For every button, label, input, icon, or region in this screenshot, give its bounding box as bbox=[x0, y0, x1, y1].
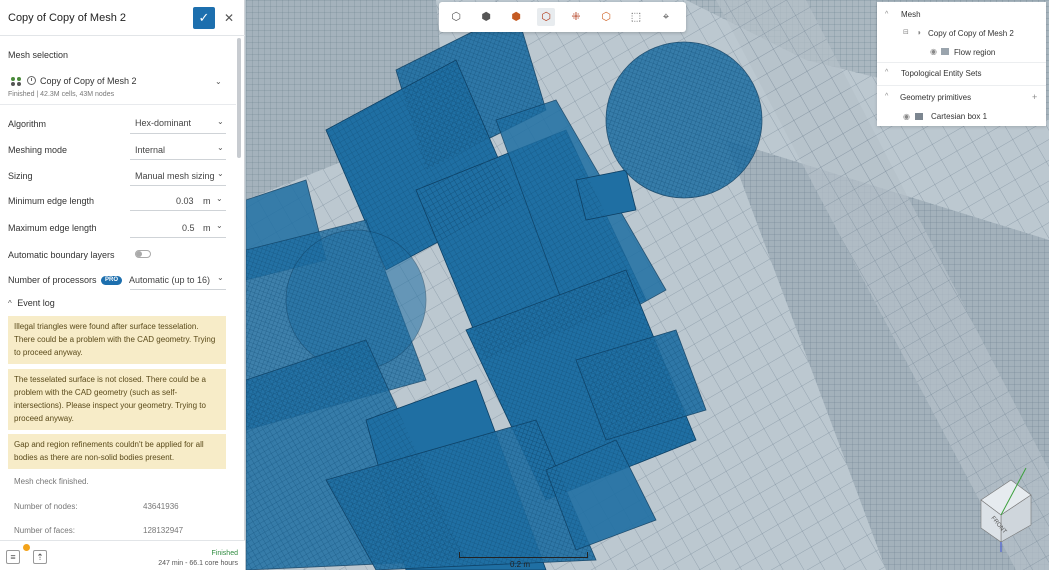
chevron-up-icon: ^ bbox=[8, 299, 12, 308]
event-log-toggle[interactable]: ^ Event log bbox=[8, 298, 55, 308]
panel-footer: ≡ ⇡ Finished 247 min - 66.1 core hours bbox=[0, 540, 245, 570]
eye-icon[interactable]: ◉ bbox=[903, 112, 910, 121]
tree-divider bbox=[877, 62, 1046, 63]
chevron-down-icon: ⌄ bbox=[215, 77, 222, 86]
job-time: 247 min - 66.1 core hours bbox=[158, 560, 238, 567]
nodes-stat-label: Number of nodes: bbox=[14, 502, 78, 511]
panel-scrollbar[interactable] bbox=[236, 36, 242, 540]
scrollbar-thumb[interactable] bbox=[237, 38, 241, 158]
faces-stat-label: Number of faces: bbox=[14, 526, 75, 535]
field-underline bbox=[130, 237, 226, 238]
divider bbox=[0, 104, 236, 105]
faces-stat-value: 128132947 bbox=[143, 526, 184, 535]
chevron-right-icon: ^ bbox=[885, 69, 889, 76]
close-icon: ✕ bbox=[223, 11, 235, 25]
section-icon[interactable]: ⌖ bbox=[657, 8, 675, 26]
add-primitive-icon[interactable]: + bbox=[1032, 92, 1037, 102]
chevron-down-icon: ⌄ bbox=[216, 221, 223, 230]
log-warning-1: Illegal triangles were found after surfa… bbox=[8, 316, 226, 364]
tree-box-label: Cartesian box 1 bbox=[931, 112, 988, 121]
processors-label: Number of processors bbox=[8, 275, 97, 285]
scene-tree: ^ Mesh ⊟ ◗ Copy of Copy of Mesh 2 ◉ Flow… bbox=[877, 2, 1046, 126]
cube-outline-icon[interactable]: ⬡ bbox=[447, 8, 465, 26]
tree-mesh-label: Mesh bbox=[901, 10, 921, 19]
check-icon: ✓ bbox=[198, 10, 210, 25]
chevron-down-icon: ⌄ bbox=[217, 143, 224, 152]
chevron-down-icon: ⌄ bbox=[217, 117, 224, 126]
algorithm-value: Hex-dominant bbox=[135, 118, 192, 128]
arrow-up-icon: ⇡ bbox=[36, 552, 44, 562]
mesh-settings-panel: Copy of Copy of Mesh 2 ✓ ✕ Mesh selectio… bbox=[0, 0, 245, 570]
min-edge-label: Minimum edge length bbox=[8, 196, 95, 206]
mesh-selection-status: Finished | 42.3M cells, 43M nodes bbox=[8, 91, 115, 98]
panel-title: Copy of Copy of Mesh 2 bbox=[8, 12, 127, 24]
list-icon: ≡ bbox=[10, 552, 16, 562]
log-warning-3: Gap and region refinements couldn't be a… bbox=[8, 434, 226, 469]
nodes-stat-value: 43641936 bbox=[143, 502, 179, 511]
chevron-up-icon: ^ bbox=[885, 93, 889, 100]
mesh-nodes-icon bbox=[11, 77, 21, 86]
mesh-selection-name: Copy of Copy of Mesh 2 bbox=[40, 76, 137, 86]
clock-icon bbox=[27, 76, 36, 85]
scale-label: 0.2 m bbox=[510, 560, 531, 569]
box-select-icon[interactable]: ⬚ bbox=[627, 8, 645, 26]
max-edge-value: 0.5 bbox=[182, 223, 195, 233]
chevron-down-icon: ⌄ bbox=[216, 194, 223, 203]
sizing-value: Manual mesh sizing bbox=[135, 171, 215, 181]
cube-orange-icon[interactable]: ⬡ bbox=[597, 8, 615, 26]
job-status: Finished bbox=[211, 550, 238, 557]
tree-geo-label: Geometry primitives bbox=[900, 93, 972, 102]
log-warning-2: The tesselated surface is not closed. Th… bbox=[8, 369, 226, 430]
cube-dots-icon[interactable]: ⁜ bbox=[567, 8, 585, 26]
tree-flow-region-label: Flow region bbox=[954, 48, 996, 57]
eye-icon[interactable]: ◉ bbox=[930, 47, 937, 56]
upload-button[interactable]: ⇡ bbox=[33, 550, 47, 564]
mesh-selection-label: Mesh selection bbox=[8, 50, 69, 60]
tree-branch-icon: ⊟ bbox=[903, 29, 909, 36]
chevron-up-icon: ^ bbox=[885, 11, 889, 18]
region-shape-icon bbox=[941, 48, 949, 55]
confirm-button[interactable]: ✓ bbox=[193, 7, 215, 29]
cube-solid-icon[interactable]: ⬢ bbox=[477, 8, 495, 26]
tree-divider bbox=[877, 85, 1046, 86]
panel-header: Copy of Copy of Mesh 2 ✓ ✕ bbox=[0, 0, 245, 36]
min-edge-unit: m bbox=[203, 196, 211, 206]
max-edge-label: Maximum edge length bbox=[8, 223, 97, 233]
field-underline bbox=[130, 159, 226, 160]
cube-wire-red-icon[interactable]: ⬡ bbox=[537, 8, 555, 26]
list-button[interactable]: ≡ bbox=[6, 550, 20, 564]
boundary-layers-toggle[interactable] bbox=[135, 250, 151, 258]
cube-red-icon[interactable]: ⬢ bbox=[507, 8, 525, 26]
meshing-mode-label: Meshing mode bbox=[8, 145, 68, 155]
notification-dot bbox=[23, 544, 30, 551]
chevron-down-icon: ⌄ bbox=[217, 169, 224, 178]
boundary-layers-label: Automatic boundary layers bbox=[8, 250, 115, 260]
meshing-mode-value: Internal bbox=[135, 145, 166, 155]
field-underline bbox=[130, 133, 226, 134]
tree-topo-label: Topological Entity Sets bbox=[901, 69, 982, 78]
min-edge-value: 0.03 bbox=[176, 196, 194, 206]
processors-value: Automatic (up to 16) bbox=[129, 275, 211, 285]
event-log-title: Event log bbox=[17, 298, 55, 308]
field-underline bbox=[130, 210, 226, 211]
close-button[interactable]: ✕ bbox=[219, 7, 239, 29]
mesh-small-icon: ◗ bbox=[917, 28, 922, 37]
log-message: Mesh check finished. bbox=[14, 477, 89, 486]
view-toolbar: ⬡ ⬢ ⬢ ⬡ ⁜ ⬡ ⬚ ⌖ bbox=[439, 2, 686, 32]
box-shape-icon bbox=[915, 113, 923, 120]
max-edge-unit: m bbox=[203, 223, 211, 233]
chevron-down-icon: ⌄ bbox=[217, 273, 224, 282]
scale-bar bbox=[459, 552, 588, 558]
field-underline bbox=[130, 289, 226, 290]
algorithm-label: Algorithm bbox=[8, 119, 47, 129]
field-underline bbox=[130, 185, 226, 186]
pro-badge: PRO bbox=[101, 276, 122, 285]
sizing-label: Sizing bbox=[8, 171, 33, 181]
tree-mesh-item-label: Copy of Copy of Mesh 2 bbox=[928, 29, 1014, 38]
